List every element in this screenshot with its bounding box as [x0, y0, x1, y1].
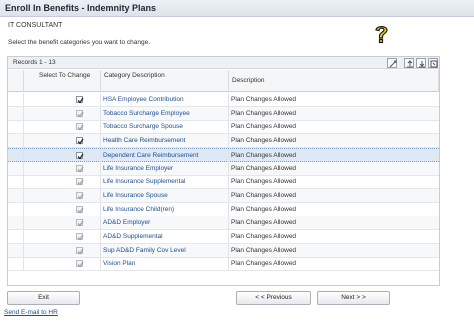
select-checkbox[interactable]: [76, 96, 84, 104]
row-number-cell: [8, 243, 24, 257]
category-cell: HSA Employee Contribution: [101, 93, 229, 106]
description-cell: Plan Changes Allowed: [231, 191, 297, 199]
row-number-cell: [8, 230, 24, 243]
select-checkbox: [76, 260, 84, 268]
description-cell: Plan Changes Allowed: [231, 246, 297, 254]
table-row[interactable]: Dependent Care Reimbursement Plan Changes…: [8, 147, 439, 162]
description-column-header: Description: [229, 70, 439, 92]
category-cell: AD&D Employer: [101, 216, 229, 230]
select-cell: [24, 216, 101, 230]
row-number-cell: [8, 120, 24, 134]
select-checkbox: [76, 123, 84, 131]
select-checkbox: [76, 178, 84, 186]
row-number-cell: [8, 93, 24, 106]
description-cell: Plan Changes Allowed: [231, 178, 297, 186]
page-title: Enroll In Benefits - Indemnity Plans: [5, 3, 157, 13]
personalize-icon[interactable]: [387, 58, 397, 68]
grid-header: Records 1 - 13: [8, 57, 439, 69]
category-cell: Life Insurance Child(ren): [101, 202, 229, 216]
description-cell: Plan Changes Allowed: [231, 96, 297, 103]
category-cell: Dependent Care Reimbursement: [101, 148, 229, 162]
select-cell: [24, 120, 101, 134]
next-button[interactable]: Next > >: [317, 291, 390, 305]
select-checkbox: [76, 205, 84, 214]
table-row[interactable]: HSA Employee Contribution Plan Changes Al…: [8, 93, 439, 107]
description-cell: Plan Changes Allowed: [231, 260, 297, 268]
download-icon[interactable]: [416, 58, 426, 68]
description-cell: Plan Changes Allowed: [231, 164, 297, 172]
row-number-cell: [8, 148, 24, 162]
table-row[interactable]: Life Insurance Child(ren) Plan Changes Al…: [8, 202, 439, 217]
category-column-header: Category Description: [101, 70, 229, 92]
table-row[interactable]: Sup AD&D Family Cov Level Plan Changes Al…: [8, 243, 439, 258]
row-number-column: [8, 70, 24, 92]
row-number-cell: [8, 175, 24, 189]
select-checkbox: [76, 191, 84, 200]
benefit-categories-grid: Records 1 - 13 Select To Change Category…: [7, 56, 440, 286]
select-checkbox: [76, 233, 84, 241]
table-row[interactable]: Life Insurance Supplemental Plan Changes …: [8, 175, 439, 190]
category-cell: Life Insurance Spouse: [101, 188, 229, 202]
row-number-cell: [8, 216, 24, 230]
instructions-text: Select the benefit categories you want t…: [8, 39, 151, 46]
description-cell: Plan Changes Allowed: [231, 123, 297, 131]
category-cell: Health Care Reimbursement: [101, 134, 229, 148]
select-checkbox: [76, 219, 84, 227]
select-checkbox[interactable]: [76, 137, 84, 145]
export-icon[interactable]: [404, 58, 414, 68]
row-number-cell: [8, 161, 24, 175]
table-row[interactable]: Tobacco Surcharge Spouse Plan Changes All…: [8, 120, 439, 135]
select-checkbox: [76, 164, 84, 173]
row-number-cell: [8, 257, 24, 271]
description-cell: Plan Changes Allowed: [231, 233, 297, 240]
table-row[interactable]: Tobacco Surcharge Employee Plan Changes A…: [8, 106, 439, 121]
category-cell: Life Insurance Supplemental: [101, 175, 229, 189]
select-cell: [24, 148, 101, 162]
table-row[interactable]: Life Insurance Employer Plan Changes Allo…: [8, 161, 439, 176]
help-icon[interactable]: [374, 24, 389, 45]
table-row[interactable]: Life Insurance Spouse Plan Changes Allowe…: [8, 188, 439, 203]
select-checkbox[interactable]: [76, 151, 84, 160]
select-cell: [24, 257, 101, 271]
description-cell: Plan Changes Allowed: [231, 205, 297, 213]
table-row[interactable]: AD&D Supplemental Plan Changes Allowed: [8, 230, 439, 244]
table-row[interactable]: Health Care Reimbursement Plan Changes Al…: [8, 134, 439, 149]
select-cell: [24, 202, 101, 216]
row-number-cell: [8, 106, 24, 120]
select-cell: [24, 188, 101, 202]
zoom-icon[interactable]: [428, 58, 438, 68]
records-count: Records 1 - 13: [13, 59, 56, 66]
select-cell: [24, 134, 101, 148]
send-email-link[interactable]: Send E-mail to HR: [4, 309, 58, 316]
select-cell: [24, 161, 101, 175]
exit-button[interactable]: Exit: [7, 291, 80, 305]
table-row[interactable]: AD&D Employer Plan Changes Allowed: [8, 216, 439, 231]
select-cell: [24, 230, 101, 243]
description-cell: Plan Changes Allowed: [231, 219, 297, 227]
select-checkbox: [76, 246, 84, 255]
category-cell: Tobacco Surcharge Employee: [101, 106, 229, 120]
category-cell: Vision Plan: [101, 257, 229, 271]
select-cell: [24, 106, 101, 120]
category-cell: Tobacco Surcharge Spouse: [101, 120, 229, 134]
role-label: IT CONSULTANT: [8, 22, 63, 29]
description-cell: Plan Changes Allowed: [231, 151, 297, 159]
select-cell: [24, 175, 101, 189]
category-cell: AD&D Supplemental: [101, 230, 229, 243]
description-cell: Plan Changes Allowed: [231, 109, 297, 117]
category-cell: Sup AD&D Family Cov Level: [101, 243, 229, 257]
row-number-cell: [8, 202, 24, 216]
row-number-cell: [8, 134, 24, 148]
description-cell: Plan Changes Allowed: [231, 137, 297, 145]
previous-button[interactable]: < < Previous: [236, 291, 311, 305]
select-column-header: Select To Change: [24, 70, 101, 92]
select-checkbox: [76, 109, 84, 118]
row-number-cell: [8, 188, 24, 202]
title-bar: Enroll In Benefits - Indemnity Plans: [0, 0, 474, 17]
table-row[interactable]: Vision Plan Plan Changes Allowed: [8, 257, 439, 272]
category-cell: Life Insurance Employer: [101, 161, 229, 175]
select-cell: [24, 93, 101, 106]
select-cell: [24, 243, 101, 257]
